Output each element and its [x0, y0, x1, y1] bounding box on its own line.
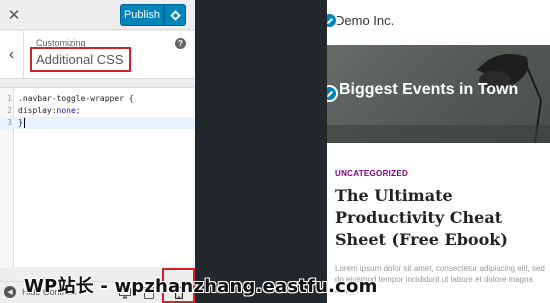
line-number: 1 [7, 94, 12, 103]
help-icon[interactable]: ? [175, 38, 186, 49]
publish-button[interactable]: Publish [120, 4, 164, 26]
preview-backdrop [195, 0, 327, 303]
post-category[interactable]: UNCATEGORIZED [335, 169, 408, 178]
line-number: 2 [7, 106, 12, 115]
hero-title[interactable]: Biggest Events in Town [339, 81, 518, 99]
code-line[interactable]: 2 display:none; [0, 105, 195, 117]
code-text: display:none; [18, 105, 81, 117]
site-title[interactable]: Demo Inc. [335, 13, 394, 28]
code-text: .navbar-toggle-wrapper { [18, 94, 134, 103]
customizer-topbar: ✕ Publish [0, 0, 195, 30]
hero-image: Biggest Events in Town [327, 45, 550, 143]
code-line-active[interactable]: 3 } [0, 117, 195, 129]
collapse-arrow-icon: ◀ [4, 286, 16, 298]
customizer-sidebar: ✕ Publish ‹ Customizing Additional CSS ?… [0, 0, 195, 303]
css-value: none; [56, 106, 81, 115]
css-property: display: [18, 106, 57, 115]
post-title[interactable]: The Ultimate Productivity Cheat Sheet (F… [335, 185, 535, 251]
text-caret [24, 118, 25, 128]
title-highlight-box [30, 47, 131, 72]
gear-icon[interactable] [164, 4, 186, 26]
watermark-text: WP站长 - wpzhanzhang.eastfu.com [24, 276, 378, 297]
css-code-editor[interactable]: 1 .navbar-toggle-wrapper { 2 display:non… [0, 87, 195, 268]
code-line[interactable]: 1 .navbar-toggle-wrapper { [0, 93, 195, 105]
close-icon[interactable]: ✕ [0, 0, 28, 30]
customizer-window: ✕ Publish ‹ Customizing Additional CSS ?… [0, 0, 550, 303]
back-arrow-icon[interactable]: ‹ [0, 31, 24, 79]
code-text: } [18, 118, 23, 127]
line-number: 3 [7, 118, 12, 127]
site-preview[interactable]: Demo Inc. Biggest Events in Town UNCATEG… [327, 0, 550, 303]
